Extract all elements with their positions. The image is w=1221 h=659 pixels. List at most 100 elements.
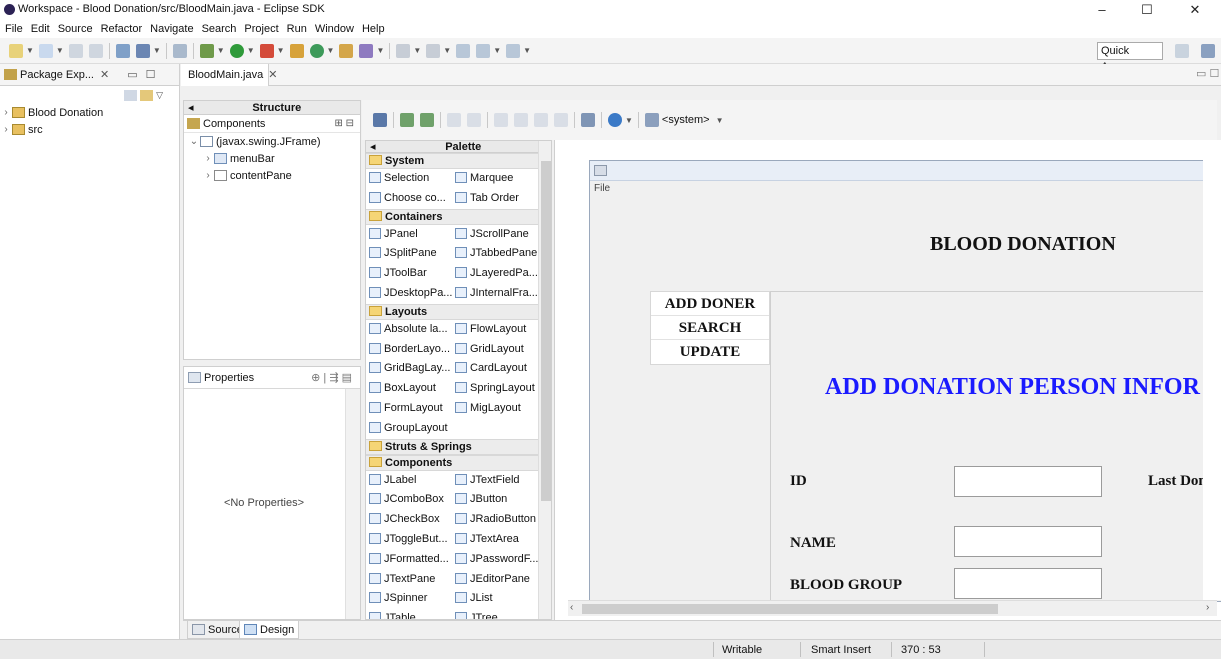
palette-item-jdesktoppa[interactable]: JDesktopPa... bbox=[366, 284, 452, 304]
chevron-down-icon[interactable]: ▼ bbox=[327, 46, 335, 55]
close-icon[interactable]: ✕ bbox=[268, 64, 277, 86]
new-java-project-icon[interactable] bbox=[289, 43, 304, 58]
palette-item-jlist[interactable]: JList bbox=[452, 589, 538, 609]
copy-icon[interactable] bbox=[514, 113, 528, 127]
palette-item-boxlayout[interactable]: BoxLayout bbox=[366, 379, 452, 399]
jframe-preview[interactable]: File BLOOD DONATION ADD DONER SEARCH UPD… bbox=[589, 160, 1221, 602]
palette-item-borderlayo[interactable]: BorderLayo... bbox=[366, 340, 452, 360]
paste-icon[interactable] bbox=[534, 113, 548, 127]
palette-item-tab-order[interactable]: Tab Order bbox=[452, 189, 538, 209]
tree-item-project[interactable]: › Blood Donation bbox=[0, 104, 179, 121]
open-type-icon[interactable] bbox=[38, 43, 53, 58]
test-preview-icon[interactable] bbox=[373, 113, 387, 127]
palette-item-jsplitpane[interactable]: JSplitPane bbox=[366, 244, 452, 264]
add-doner-button[interactable]: ADD DONER bbox=[651, 292, 769, 316]
menu-navigate[interactable]: Navigate bbox=[146, 20, 197, 38]
scroll-left-icon[interactable]: ‹ bbox=[570, 602, 573, 613]
chevron-down-icon[interactable]: ▼ bbox=[376, 46, 384, 55]
link-with-editor-icon[interactable] bbox=[140, 89, 154, 101]
chevron-down-icon[interactable]: ▼ bbox=[277, 46, 285, 55]
open-perspective-icon[interactable] bbox=[1175, 44, 1189, 58]
palette-item-gridbaglay[interactable]: GridBagLay... bbox=[366, 359, 452, 379]
forward-icon[interactable] bbox=[506, 43, 521, 58]
palette-item-jlabel[interactable]: JLabel bbox=[366, 471, 452, 491]
back-icon[interactable] bbox=[476, 43, 491, 58]
scroll-thumb[interactable] bbox=[541, 161, 551, 501]
chevron-down-icon[interactable]: ▼ bbox=[716, 116, 724, 125]
tree-item-menubar[interactable]: › menuBar bbox=[184, 150, 360, 167]
look-and-feel-icon[interactable] bbox=[608, 113, 622, 127]
editor-tab-bloodmain[interactable]: BloodMain.java ✕ bbox=[181, 64, 277, 86]
palette-item-jcheckbox[interactable]: JCheckBox bbox=[366, 510, 452, 530]
maximize-button[interactable]: ☐ bbox=[1130, 0, 1164, 20]
chevron-down-icon[interactable]: ▼ bbox=[443, 46, 451, 55]
palette-category-containers[interactable]: Containers bbox=[366, 208, 551, 225]
canvas-horizontal-scrollbar[interactable]: ‹ › bbox=[568, 600, 1217, 616]
palette-category-system[interactable]: System bbox=[366, 153, 551, 169]
menu-edit[interactable]: Edit bbox=[27, 20, 54, 38]
palette-item-jtoolbar[interactable]: JToolBar bbox=[366, 264, 452, 284]
palette-item-jscrollpane[interactable]: JScrollPane bbox=[452, 225, 538, 245]
search-icon[interactable] bbox=[359, 43, 374, 58]
chevron-down-icon[interactable]: ▼ bbox=[26, 46, 34, 55]
chevron-right-icon[interactable]: › bbox=[202, 153, 214, 164]
blood-group-field[interactable] bbox=[954, 568, 1102, 599]
menu-project[interactable]: Project bbox=[240, 20, 282, 38]
update-button[interactable]: UPDATE bbox=[651, 340, 769, 364]
palette-item-cardlayout[interactable]: CardLayout bbox=[452, 359, 538, 379]
preview-icon[interactable] bbox=[581, 113, 595, 127]
menu-refactor[interactable]: Refactor bbox=[97, 20, 147, 38]
skip-breakpoints-icon[interactable] bbox=[172, 43, 187, 58]
palette-item-jformatted[interactable]: JFormatted... bbox=[366, 550, 452, 570]
chevron-down-icon[interactable]: ▼ bbox=[153, 46, 161, 55]
tree-item-contentpane[interactable]: › contentPane bbox=[184, 167, 360, 184]
terminal-icon[interactable] bbox=[115, 43, 130, 58]
chevron-down-icon[interactable]: ▼ bbox=[413, 46, 421, 55]
palette-item-jpanel[interactable]: JPanel bbox=[366, 225, 452, 245]
tree-item-jframe[interactable]: ⌄ (javax.swing.JFrame) bbox=[184, 133, 360, 150]
chevron-down-icon[interactable]: ▼ bbox=[625, 116, 633, 125]
menu-search[interactable]: Search bbox=[198, 20, 241, 38]
collapse-left-icon[interactable]: ◂ bbox=[366, 141, 376, 153]
run-icon[interactable] bbox=[229, 43, 244, 58]
palette-item-jtextfield[interactable]: JTextField bbox=[452, 471, 538, 491]
cut-icon[interactable] bbox=[494, 113, 508, 127]
palette-item-jpasswordf[interactable]: JPasswordF... bbox=[452, 550, 538, 570]
palette-item-gridlayout[interactable]: GridLayout bbox=[452, 340, 538, 360]
tree-item-src[interactable]: › src bbox=[0, 121, 179, 138]
chevron-down-icon[interactable]: ▼ bbox=[56, 46, 64, 55]
view-menu-icon[interactable]: ▽ bbox=[156, 90, 163, 101]
palette-item-selection[interactable]: Selection bbox=[366, 169, 452, 189]
undo-icon[interactable] bbox=[447, 113, 461, 127]
external-tools-icon[interactable] bbox=[259, 43, 274, 58]
chevron-down-icon[interactable]: ▼ bbox=[247, 46, 255, 55]
debug-icon[interactable] bbox=[199, 43, 214, 58]
collapse-all-icon[interactable] bbox=[124, 89, 138, 101]
palette-item-jinternalfra[interactable]: JInternalFra... bbox=[452, 284, 538, 304]
palette-item-miglayout[interactable]: MigLayout bbox=[452, 399, 538, 419]
palette-item-flowlayout[interactable]: FlowLayout bbox=[452, 320, 538, 340]
design-tab[interactable]: Design bbox=[239, 621, 300, 639]
chevron-right-icon[interactable]: › bbox=[0, 124, 12, 135]
frame-menu-file[interactable]: File bbox=[590, 181, 1221, 198]
palette-item-jbutton[interactable]: JButton bbox=[452, 490, 538, 510]
save-icon[interactable] bbox=[68, 43, 83, 58]
last-edit-icon[interactable] bbox=[456, 43, 471, 58]
palette-category-layouts[interactable]: Layouts bbox=[366, 303, 551, 320]
new-icon[interactable] bbox=[9, 43, 23, 58]
chevron-down-icon[interactable]: ⌄ bbox=[188, 136, 200, 147]
palette-item-jtextpane[interactable]: JTextPane bbox=[366, 570, 452, 590]
next-annotation-icon[interactable] bbox=[396, 43, 411, 58]
minimize-button[interactable]: – bbox=[1085, 0, 1119, 20]
previous-annotation-icon[interactable] bbox=[426, 43, 441, 58]
name-field[interactable] bbox=[954, 526, 1102, 557]
palette-item-absolute-la[interactable]: Absolute la... bbox=[366, 320, 452, 340]
chevron-right-icon[interactable]: › bbox=[0, 107, 12, 118]
palette-item-jradiobutton[interactable]: JRadioButton bbox=[452, 510, 538, 530]
new-class-icon[interactable] bbox=[309, 43, 324, 58]
palette-scrollbar[interactable] bbox=[538, 141, 551, 619]
menu-file[interactable]: File bbox=[1, 20, 27, 38]
menu-source[interactable]: Source bbox=[54, 20, 97, 38]
id-field[interactable] bbox=[954, 466, 1102, 497]
system-lnf-label[interactable]: <system> bbox=[662, 114, 710, 126]
